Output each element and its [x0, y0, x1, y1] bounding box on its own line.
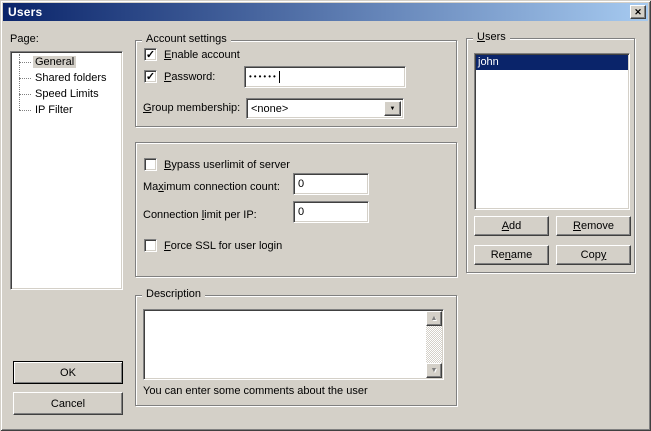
group-membership-label: Group membership: — [143, 102, 240, 114]
tree-item-label: Shared folders — [33, 72, 109, 84]
close-icon: ✕ — [634, 8, 642, 17]
check-icon: ✓ — [146, 70, 155, 83]
remove-user-button[interactable]: Remove — [556, 216, 631, 236]
copy-user-button[interactable]: Copy — [556, 245, 631, 265]
max-connection-count-value: 0 — [298, 178, 304, 190]
tree-line-icon — [19, 110, 31, 111]
close-button[interactable]: ✕ — [630, 5, 646, 19]
account-settings-group: Account settings ✓ Enable account ✓ Pass… — [135, 40, 457, 127]
password-masked-value: •••••• — [249, 73, 278, 81]
window-title: Users — [8, 5, 42, 19]
description-scrollbar[interactable]: ▲ ▼ — [426, 311, 442, 378]
description-group: Description ▲ ▼ You can enter some comme… — [135, 295, 457, 406]
arrow-up-icon: ▲ — [431, 315, 438, 322]
check-icon: ✓ — [146, 48, 155, 61]
max-connection-count-label: Maximum connection count: — [143, 181, 280, 193]
description-textarea[interactable]: ▲ ▼ — [143, 309, 444, 380]
add-user-button[interactable]: Add — [474, 216, 549, 236]
enable-account-checkbox[interactable]: ✓ — [144, 48, 157, 61]
users-group-title: Users — [473, 31, 510, 43]
force-ssl-checkbox-row[interactable]: ✓ Force SSL for user login — [144, 239, 282, 252]
enable-account-label: Enable account — [164, 49, 240, 61]
combo-dropdown-button[interactable]: ▼ — [384, 101, 401, 116]
password-checkbox-row[interactable]: ✓ Password: — [144, 70, 215, 83]
users-listbox[interactable]: john — [474, 53, 630, 210]
tree-item-label: IP Filter — [33, 104, 75, 116]
tree-item-label: Speed Limits — [33, 88, 101, 100]
group-membership-value: <none> — [247, 99, 403, 118]
tree-item-ip-filter[interactable]: IP Filter — [11, 102, 122, 118]
password-input[interactable]: •••••• — [244, 66, 406, 88]
bypass-userlimit-label: Bypass userlimit of server — [164, 159, 290, 171]
group-membership-select[interactable]: <none> ▼ — [246, 98, 404, 119]
force-ssl-label: Force SSL for user login — [164, 240, 282, 252]
tree-line-icon — [19, 94, 31, 95]
connection-limit-per-ip-label: Connection limit per IP: — [143, 209, 257, 221]
max-connection-count-input[interactable]: 0 — [293, 173, 369, 195]
tree-item-label: General — [33, 56, 76, 68]
page-tree[interactable]: General Shared folders Speed Limits IP F… — [10, 51, 123, 290]
bypass-userlimit-checkbox[interactable]: ✓ — [144, 158, 157, 171]
tree-line-icon — [19, 62, 31, 63]
scrollbar-up-button[interactable]: ▲ — [426, 311, 442, 326]
connection-limit-per-ip-input[interactable]: 0 — [293, 201, 369, 223]
cancel-button[interactable]: Cancel — [13, 392, 123, 415]
rename-user-button[interactable]: Rename — [474, 245, 549, 265]
arrow-down-icon: ▼ — [431, 367, 438, 374]
chevron-down-icon: ▼ — [390, 106, 396, 112]
tree-item-speed-limits[interactable]: Speed Limits — [11, 86, 122, 102]
limits-group: ✓ Bypass userlimit of server Maximum con… — [135, 142, 457, 277]
titlebar[interactable]: Users ✕ — [3, 3, 648, 21]
description-title: Description — [142, 288, 205, 300]
ok-button[interactable]: OK — [13, 361, 123, 384]
password-checkbox[interactable]: ✓ — [144, 70, 157, 83]
scrollbar-down-button[interactable]: ▼ — [426, 363, 442, 378]
users-group: Users john Add Remove Rename Copy — [466, 38, 635, 273]
force-ssl-checkbox[interactable]: ✓ — [144, 239, 157, 252]
tree-item-general[interactable]: General — [11, 54, 122, 70]
page-list-label: Page: — [10, 33, 39, 45]
account-settings-title: Account settings — [142, 33, 231, 45]
connection-limit-per-ip-value: 0 — [298, 206, 304, 218]
text-caret — [279, 71, 280, 83]
password-label: Password: — [164, 71, 215, 83]
user-list-item[interactable]: john — [476, 55, 628, 70]
enable-account-checkbox-row[interactable]: ✓ Enable account — [144, 48, 240, 61]
users-dialog: Users ✕ Page: General Shared folders Spe… — [0, 0, 651, 431]
tree-line-icon — [19, 78, 31, 79]
tree-item-shared-folders[interactable]: Shared folders — [11, 70, 122, 86]
description-hint: You can enter some comments about the us… — [143, 385, 368, 397]
bypass-userlimit-checkbox-row[interactable]: ✓ Bypass userlimit of server — [144, 158, 290, 171]
